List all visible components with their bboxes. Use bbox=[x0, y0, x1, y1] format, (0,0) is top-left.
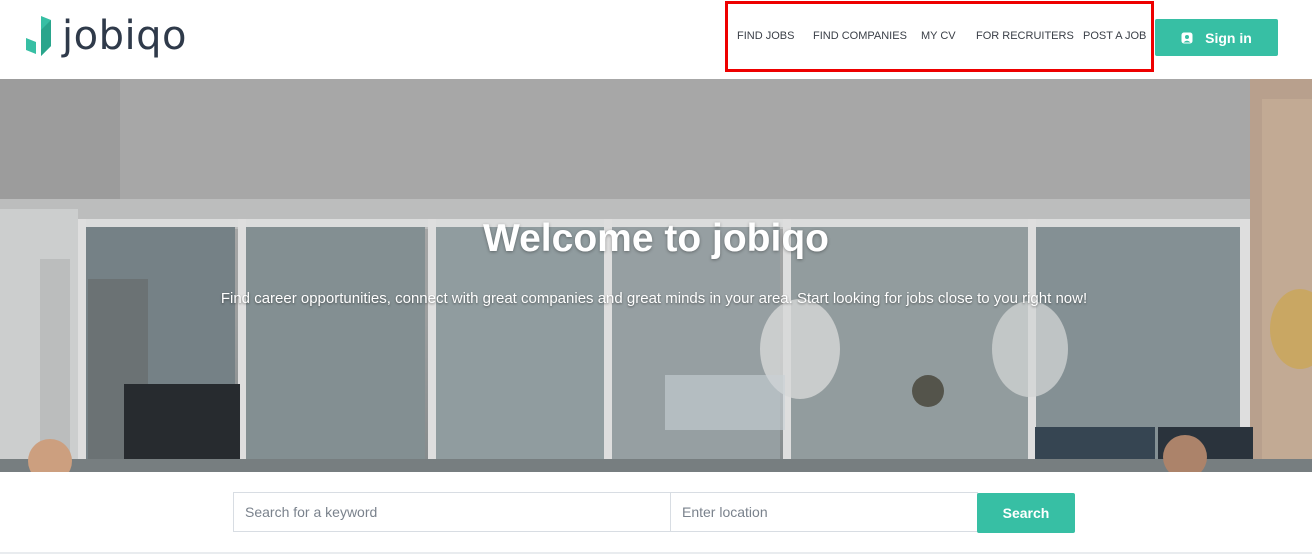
sign-in-label: Sign in bbox=[1205, 29, 1252, 46]
keyword-search-input[interactable] bbox=[233, 492, 671, 532]
site-header: jobiqo FIND JOBS FIND COMPANIES MY CV FO… bbox=[0, 0, 1312, 79]
nav-my-cv[interactable]: MY CV bbox=[921, 30, 956, 42]
search-button[interactable]: Search bbox=[977, 493, 1075, 533]
hero-banner: Welcome to jobiqo Find career opportunit… bbox=[0, 79, 1312, 472]
site-logo[interactable]: jobiqo bbox=[24, 12, 187, 60]
nav-for-recruiters[interactable]: FOR RECRUITERS bbox=[976, 30, 1074, 42]
user-badge-icon bbox=[1181, 32, 1193, 44]
job-search-bar: Search bbox=[233, 492, 1075, 533]
hero-subtitle: Find career opportunities, connect with … bbox=[220, 290, 1088, 307]
hero-title: Welcome to jobiqo bbox=[483, 217, 829, 260]
sign-in-button[interactable]: Sign in bbox=[1155, 19, 1278, 56]
section-divider bbox=[0, 552, 1312, 554]
location-input[interactable] bbox=[670, 492, 978, 532]
nav-find-jobs[interactable]: FIND JOBS bbox=[737, 30, 794, 42]
jobiqo-logo-icon bbox=[26, 16, 51, 56]
office-background-image bbox=[0, 79, 1312, 472]
nav-find-companies[interactable]: FIND COMPANIES bbox=[813, 30, 907, 42]
logo-wordmark: jobiqo bbox=[62, 13, 187, 59]
nav-post-a-job[interactable]: POST A JOB bbox=[1083, 30, 1146, 42]
